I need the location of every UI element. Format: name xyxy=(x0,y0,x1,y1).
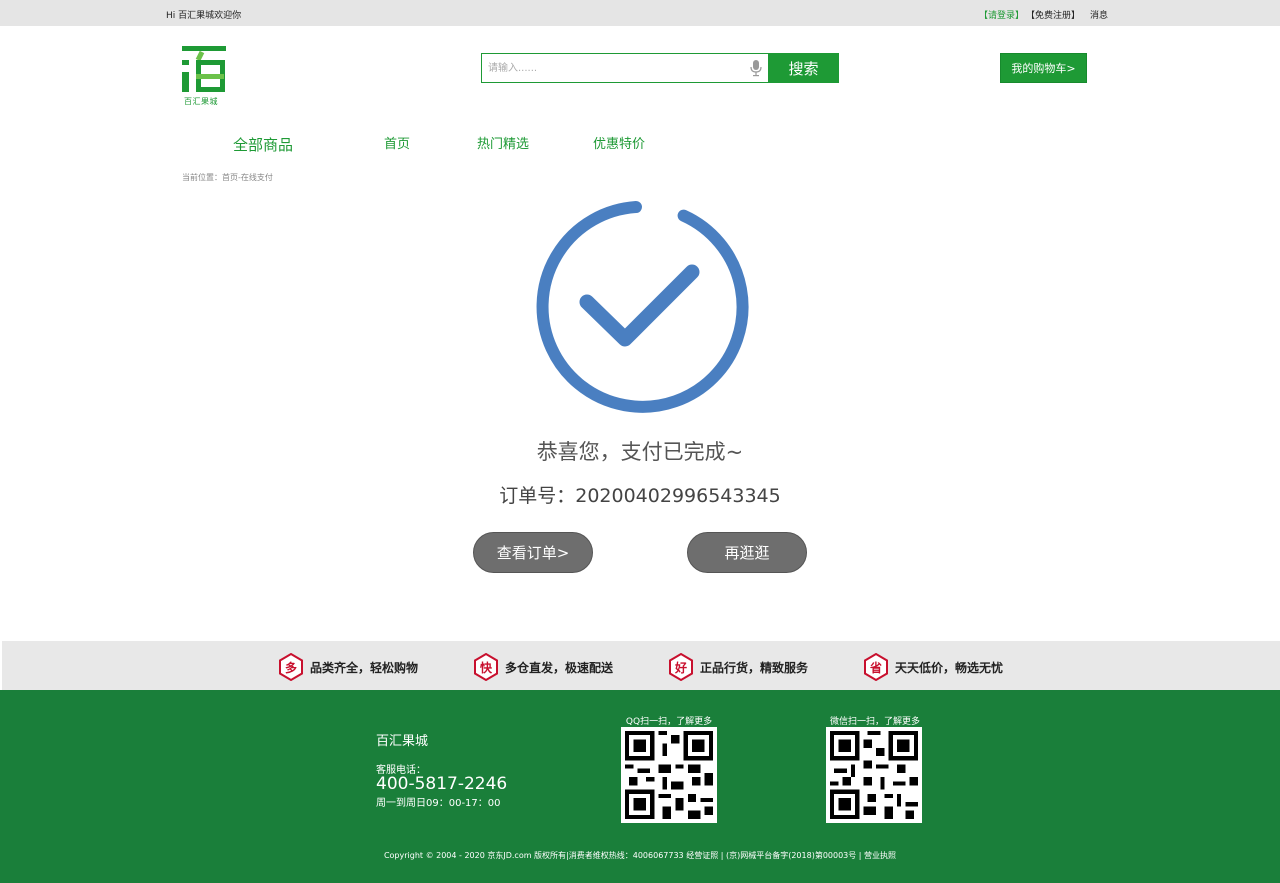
register-link[interactable]: 【免费注册】 xyxy=(1026,8,1080,21)
feature-text: 品类齐全，轻松购物 xyxy=(310,660,419,675)
microphone-icon[interactable] xyxy=(749,59,763,77)
copyright-text: Copyright © 2004 - 2020 京东JD.com 版权所有|消费… xyxy=(383,851,897,860)
feature-item: 快 多仓直发，极速配送 xyxy=(473,653,614,681)
nav-hot[interactable]: 热门精选 xyxy=(477,133,529,152)
search-bar: 搜索 xyxy=(481,53,839,83)
top-bar: Hi 百汇果城欢迎你 【请登录】 【免费注册】 消息 xyxy=(0,0,1280,26)
nav-deals[interactable]: 优惠特价 xyxy=(593,133,645,152)
feature-strip: 多 品类齐全，轻松购物 快 多仓直发，极速配送 好 正品行货，精致服务 省 天天… xyxy=(2,641,1280,690)
view-order-button[interactable]: 查看订单> xyxy=(473,532,593,573)
qq-qr-label: QQ扫一扫，了解更多 xyxy=(625,717,713,727)
hexagon-badge-icon: 快 xyxy=(473,653,499,681)
success-check-icon xyxy=(536,201,749,413)
logo-text: 百汇果城 xyxy=(184,97,218,106)
order-number: 订单号：20200402996543345 xyxy=(499,485,781,507)
footer-brand: 百汇果城 xyxy=(376,734,429,749)
feature-item: 好 正品行货，精致服务 xyxy=(668,653,809,681)
nav-all-products[interactable]: 全部商品 xyxy=(233,134,293,155)
footer: 百汇果城 客服电话： 400-5817-2246 周一到周日09：00-17：0… xyxy=(0,690,1280,883)
greeting-text: Hi 百汇果城欢迎你 xyxy=(166,11,242,21)
search-input[interactable] xyxy=(481,53,768,83)
feature-text: 多仓直发，极速配送 xyxy=(505,660,614,675)
service-phone: 400-5817-2246 xyxy=(376,774,508,794)
hexagon-badge-icon: 多 xyxy=(278,653,304,681)
feature-text: 天天低价，畅选无忧 xyxy=(895,660,1004,675)
hexagon-badge-icon: 省 xyxy=(863,653,889,681)
search-button[interactable]: 搜索 xyxy=(768,53,839,83)
cart-button[interactable]: 我的购物车> xyxy=(1000,53,1087,83)
nav-home[interactable]: 首页 xyxy=(384,133,410,152)
qq-qr-code xyxy=(621,727,717,823)
top-links: 【请登录】 【免费注册】 消息 xyxy=(979,8,1108,21)
wechat-qr-label: 微信扫一扫，了解更多 xyxy=(829,717,920,727)
breadcrumb: 当前位置：首页-在线支付 xyxy=(182,173,273,182)
feature-item: 省 天天低价，畅选无忧 xyxy=(863,653,1004,681)
feature-item: 多 品类齐全，轻松购物 xyxy=(278,653,419,681)
hexagon-badge-icon: 好 xyxy=(668,653,694,681)
wechat-qr-code xyxy=(826,727,922,823)
feature-text: 正品行货，精致服务 xyxy=(700,660,809,675)
messages-link[interactable]: 消息 xyxy=(1090,8,1108,21)
continue-shopping-button[interactable]: 再逛逛 xyxy=(687,532,807,573)
service-hours: 周一到周日09：00-17：00 xyxy=(376,798,501,809)
login-link[interactable]: 【请登录】 xyxy=(979,8,1024,21)
success-message: 恭喜您，支付已完成~ xyxy=(536,440,744,464)
